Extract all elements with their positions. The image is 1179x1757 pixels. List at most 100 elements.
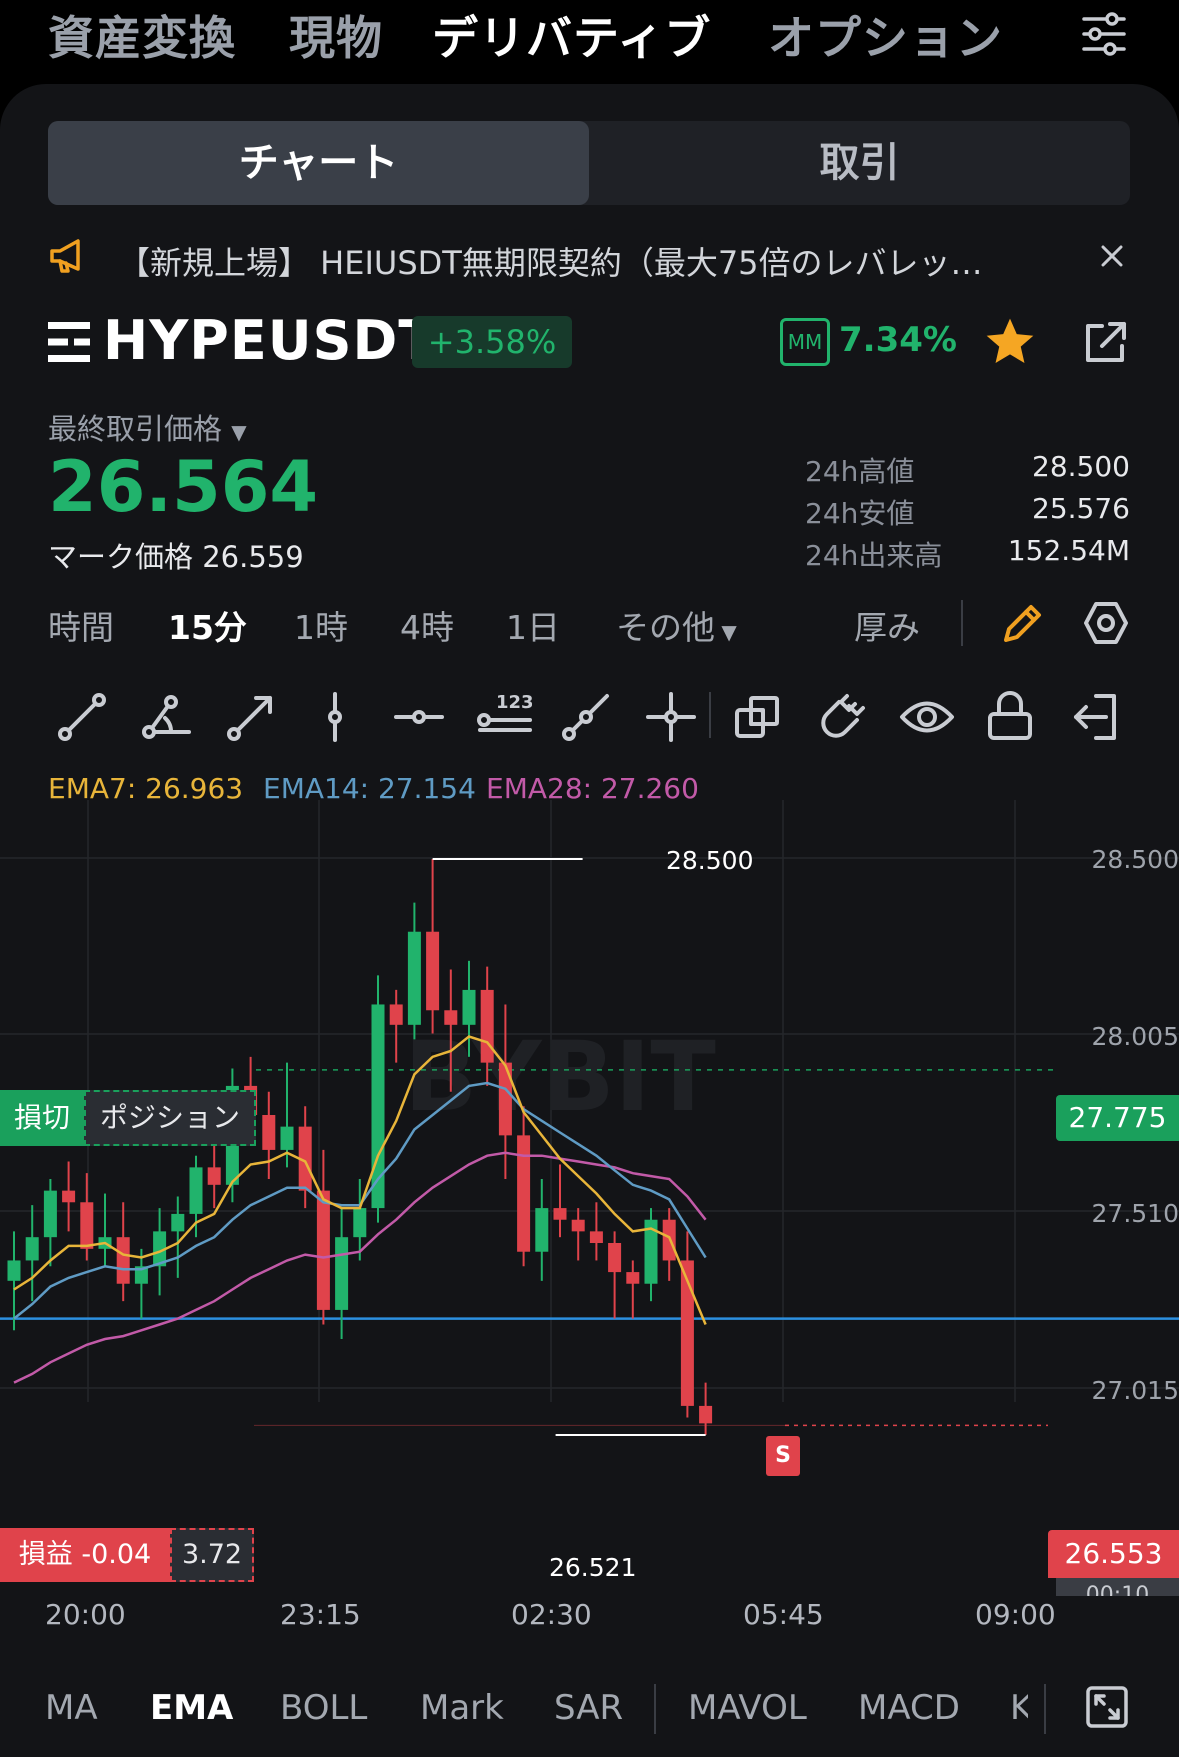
candle-body bbox=[353, 1208, 367, 1238]
last-price-label[interactable]: 最終取引価格 ▼ bbox=[48, 406, 247, 448]
indicator-boll[interactable]: BOLL bbox=[280, 1688, 367, 1728]
nav-options[interactable]: オプション bbox=[768, 2, 1003, 68]
y-tick-label: 27.015 bbox=[1091, 1376, 1179, 1405]
announcement-text[interactable]: 【新規上場】 HEIUSDT無期限契約（最大75倍のレバレッ… bbox=[118, 238, 1048, 284]
candle-body bbox=[80, 1202, 94, 1249]
sliders-icon[interactable] bbox=[1080, 10, 1128, 58]
mark-price-label: マーク価格 bbox=[48, 540, 194, 574]
mm-rate: 7.34% bbox=[839, 320, 957, 360]
candle-body bbox=[316, 1190, 330, 1310]
timeframe-more[interactable]: その他 ▼ bbox=[616, 601, 737, 649]
fullscreen-icon[interactable] bbox=[1086, 1686, 1128, 1728]
high-marker-label: 28.500 bbox=[666, 846, 754, 875]
segment-control: チャート 取引 bbox=[48, 121, 1130, 205]
y-tick-label: 28.500 bbox=[1091, 845, 1179, 874]
position-label[interactable]: ポジション bbox=[84, 1090, 256, 1146]
candle-body bbox=[262, 1115, 276, 1150]
position-qty: 3.72 bbox=[170, 1528, 254, 1582]
parallel-line-icon[interactable] bbox=[561, 692, 611, 742]
nav-spot[interactable]: 現物 bbox=[289, 2, 383, 68]
indicator-ema[interactable]: EMA bbox=[150, 1688, 233, 1728]
close-icon[interactable] bbox=[1098, 242, 1126, 270]
mark-price-value: 26.559 bbox=[202, 540, 304, 574]
candle-body bbox=[553, 1208, 567, 1220]
sell-marker[interactable]: S bbox=[766, 1436, 800, 1476]
indicator-macd[interactable]: MACD bbox=[858, 1688, 960, 1728]
timeframe-15m[interactable]: 15分 bbox=[168, 601, 247, 649]
vertical-line-icon[interactable] bbox=[310, 692, 360, 742]
pnl-label[interactable]: 損益 -0.04 bbox=[0, 1528, 170, 1582]
candle-body bbox=[335, 1237, 349, 1310]
star-icon[interactable] bbox=[982, 314, 1038, 370]
candle-body bbox=[498, 1062, 512, 1136]
candle-body bbox=[626, 1272, 640, 1284]
copy-icon[interactable] bbox=[733, 692, 783, 742]
trend-line-icon[interactable] bbox=[57, 692, 107, 742]
stat-label-volume: 24h出来高 bbox=[805, 539, 943, 572]
candle-body bbox=[189, 1167, 203, 1214]
megaphone-icon bbox=[48, 236, 88, 276]
exit-icon[interactable] bbox=[1070, 692, 1120, 742]
x-tick-label: 20:00 bbox=[45, 1598, 126, 1631]
angle-line-icon[interactable] bbox=[141, 692, 191, 742]
symbol-name[interactable]: HYPEUSDT bbox=[103, 309, 436, 372]
last-price: 26.564 bbox=[48, 446, 319, 528]
indicator-mark[interactable]: Mark bbox=[420, 1688, 504, 1728]
mark-price: マーク価格 26.559 bbox=[48, 534, 304, 576]
nav-derivatives[interactable]: デリバティブ bbox=[432, 2, 711, 68]
x-tick-label: 05:45 bbox=[743, 1598, 824, 1631]
x-tick-label: 09:00 bbox=[975, 1598, 1056, 1631]
current-price-tag: 26.553 bbox=[1048, 1530, 1179, 1578]
candle-body bbox=[389, 1004, 403, 1025]
candle-body bbox=[25, 1237, 39, 1261]
stop-price-tag: 27.775 bbox=[1056, 1095, 1179, 1141]
last-price-label-text: 最終取引価格 bbox=[48, 412, 223, 446]
timeframe-more-label: その他 bbox=[616, 608, 715, 647]
indicator-mavol[interactable]: MAVOL bbox=[688, 1688, 807, 1728]
nav-asset-convert[interactable]: 資産変換 bbox=[48, 2, 236, 68]
lock-icon[interactable] bbox=[985, 690, 1035, 742]
candle-body bbox=[517, 1135, 531, 1252]
candle-body bbox=[43, 1190, 57, 1238]
candle-body bbox=[116, 1237, 130, 1284]
price-range-icon[interactable]: 123 bbox=[476, 688, 534, 744]
depth-button[interactable]: 厚み bbox=[854, 601, 920, 649]
ray-icon[interactable] bbox=[226, 692, 276, 742]
indicator-ma[interactable]: MA bbox=[45, 1688, 98, 1728]
chart-area[interactable]: BYBIT bbox=[0, 800, 1179, 1612]
divider bbox=[654, 1684, 656, 1734]
candle-body bbox=[480, 989, 494, 1063]
tab-chart[interactable]: チャート bbox=[48, 121, 589, 205]
menu-icon[interactable] bbox=[48, 322, 90, 362]
candle-body bbox=[280, 1126, 294, 1150]
change-badge: +3.58% bbox=[412, 316, 572, 368]
timeframe-1h[interactable]: 1時 bbox=[294, 601, 348, 649]
settings-icon[interactable] bbox=[1083, 600, 1129, 646]
y-tick-label: 27.510 bbox=[1091, 1199, 1179, 1228]
external-link-icon[interactable] bbox=[1080, 318, 1130, 368]
stop-loss-label[interactable]: 損切 bbox=[0, 1090, 84, 1146]
mm-icon: MM bbox=[780, 318, 830, 366]
eye-icon[interactable] bbox=[899, 692, 955, 742]
candle-body bbox=[462, 989, 476, 1025]
timeframe-4h[interactable]: 4時 bbox=[400, 601, 454, 649]
indicator-sar[interactable]: SAR bbox=[554, 1688, 623, 1728]
tab-trade[interactable]: 取引 bbox=[589, 121, 1130, 205]
stat-label-high: 24h高値 bbox=[805, 455, 915, 488]
candle-body bbox=[171, 1213, 185, 1232]
magnet-icon[interactable] bbox=[817, 692, 867, 742]
time-label: 時間 bbox=[48, 608, 114, 647]
candle-body bbox=[571, 1219, 585, 1232]
candlestick-chart[interactable]: BYBIT bbox=[0, 800, 1179, 1612]
low-marker-label: 26.521 bbox=[549, 1553, 637, 1582]
candle-body bbox=[426, 931, 440, 1011]
caret-down-icon: ▼ bbox=[715, 620, 737, 644]
horizontal-line-icon[interactable] bbox=[394, 692, 444, 742]
divider bbox=[709, 692, 711, 738]
indicator-k[interactable]: K bbox=[1010, 1688, 1028, 1728]
candle-body bbox=[407, 931, 421, 1025]
timeframe-1d[interactable]: 1日 bbox=[506, 601, 560, 649]
stat-label-low: 24h安値 bbox=[805, 497, 915, 530]
crosshair-icon[interactable] bbox=[646, 692, 696, 742]
pencil-icon[interactable] bbox=[1000, 600, 1046, 646]
